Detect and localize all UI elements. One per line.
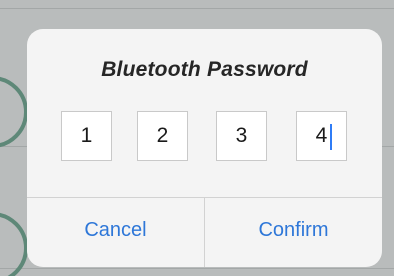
password-digit-4-value: 4 (315, 124, 328, 147)
password-digit-3-value: 3 (235, 124, 248, 147)
dialog-title: Bluetooth Password (101, 58, 308, 81)
password-digit-2[interactable]: 2 (137, 111, 188, 161)
bluetooth-password-dialog: Bluetooth Password 1 2 3 4 Cancel Confir… (27, 29, 382, 267)
password-digit-1-value: 1 (80, 124, 93, 147)
background-ring-icon (0, 76, 28, 148)
cancel-button[interactable]: Cancel (27, 198, 204, 267)
background-divider (0, 268, 394, 269)
text-caret (330, 124, 332, 150)
password-digit-3[interactable]: 3 (216, 111, 267, 161)
background-ring-icon (0, 212, 28, 276)
confirm-button[interactable]: Confirm (205, 198, 382, 267)
password-digit-4[interactable]: 4 (296, 111, 347, 161)
password-digit-1[interactable]: 1 (61, 111, 112, 161)
password-digit-2-value: 2 (156, 124, 169, 147)
background-divider (0, 8, 394, 9)
